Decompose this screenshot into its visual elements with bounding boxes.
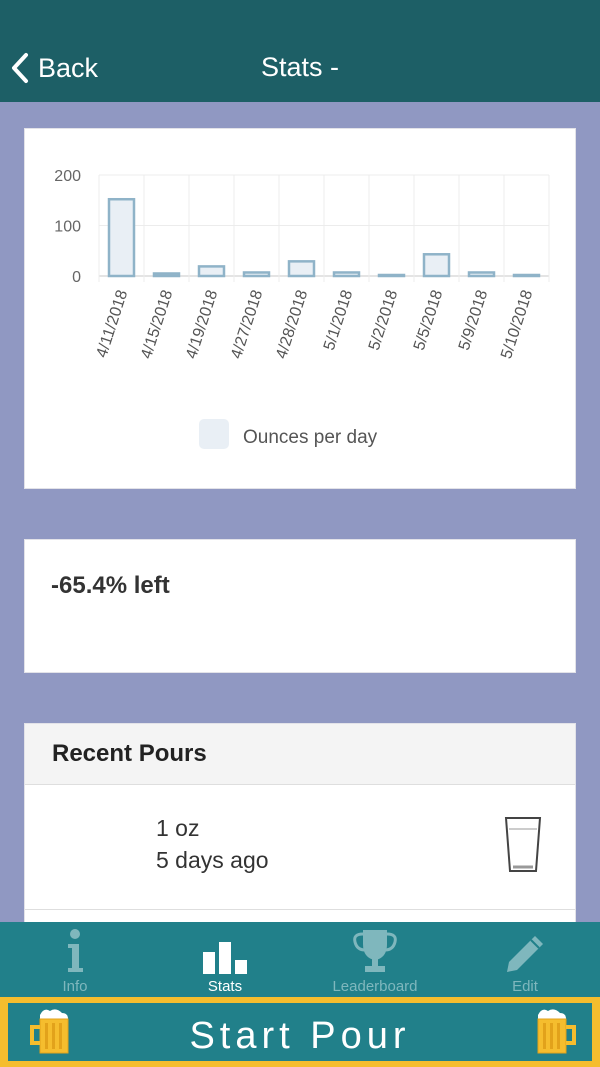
pour-time: 5 days ago (156, 847, 269, 873)
bar (332, 271, 361, 278)
y-tick-label: 0 (72, 269, 81, 286)
pint-glass-icon (504, 817, 542, 872)
x-tick-label: 5/9/2018 (456, 288, 491, 353)
pour-amount: 1 oz (156, 815, 200, 841)
start-pour-inner: Start Pour (8, 1003, 592, 1061)
x-tick-label: 5/10/2018 (498, 288, 536, 361)
tab-edit-label: Edit (512, 978, 538, 995)
tab-stats-label: Stats (207, 978, 243, 995)
chart-card: 0 100 200 4/11/2018 4/15/2018 4/19/2018 4/27/2… (24, 128, 576, 489)
tab-info-label: Info (62, 978, 88, 995)
bar (467, 271, 496, 278)
tab-leaderboard-label: Leaderboard (332, 978, 418, 995)
y-tick-label: 100 (54, 219, 81, 236)
tab-edit[interactable]: Edit (450, 922, 600, 998)
legend-swatch (199, 419, 229, 449)
pencil-icon (507, 936, 543, 972)
bar (107, 197, 136, 278)
bar (242, 271, 271, 278)
tab-leaderboard[interactable]: Leaderboard (300, 922, 450, 998)
bar (377, 273, 406, 278)
legend-label: Ounces per day (243, 427, 378, 448)
trophy-icon (353, 930, 397, 972)
start-pour-button[interactable]: Start Pour (0, 997, 600, 1067)
bar (152, 272, 181, 278)
beer-mug-icon (537, 1009, 576, 1054)
remaining-percent: -65.4% left (51, 572, 170, 599)
x-tick-label: 4/27/2018 (228, 288, 266, 361)
x-tick-label: 4/11/2018 (94, 288, 132, 360)
info-icon (68, 929, 83, 972)
page-title: Stats - (260, 52, 340, 82)
x-tick-label: 5/5/2018 (411, 288, 446, 353)
bar (287, 260, 316, 278)
bar (512, 273, 541, 278)
nav-header: Back Stats - (0, 0, 600, 102)
bar-chart-icon (203, 942, 247, 974)
recent-pours-card: Recent Pours 1 oz 5 days ago (24, 723, 576, 923)
remaining-card: -65.4% left (24, 539, 576, 673)
x-tick-label: 5/2/2018 (366, 288, 401, 353)
y-tick-label: 200 (54, 168, 81, 185)
x-tick-label: 4/28/2018 (273, 288, 311, 361)
list-item[interactable]: 1 oz 5 days ago (25, 785, 575, 910)
start-pour-label: Start Pour (189, 1015, 411, 1057)
bar (422, 253, 451, 278)
ounces-bar-chart: 0 100 200 4/11/2018 4/15/2018 4/19/2018 4/27/2… (54, 168, 550, 449)
recent-pours-title: Recent Pours (25, 724, 575, 785)
tab-stats[interactable]: Stats (150, 922, 300, 998)
tab-bar: Info Stats Leaderboard Edit (0, 922, 600, 998)
bar (197, 265, 226, 278)
x-tick-label: 4/15/2018 (138, 288, 176, 361)
tab-info[interactable]: Info (0, 922, 150, 998)
x-tick-label: 5/1/2018 (321, 288, 356, 353)
x-tick-label: 4/19/2018 (183, 288, 221, 361)
